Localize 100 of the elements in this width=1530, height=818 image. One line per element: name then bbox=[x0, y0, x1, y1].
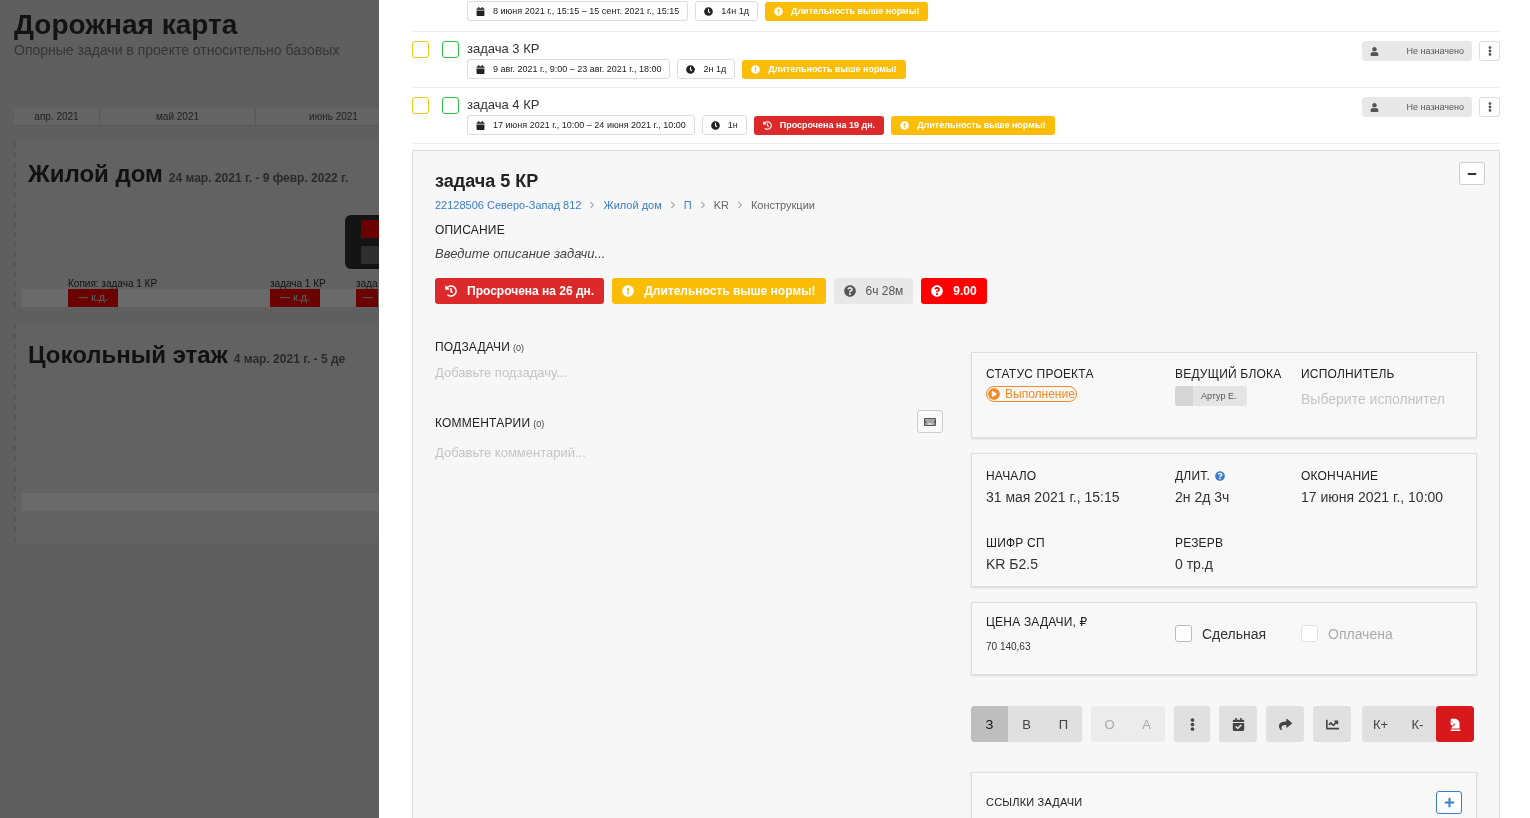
field-label: ИСПОЛНИТЕЛЬ bbox=[1301, 367, 1396, 381]
question-icon bbox=[843, 285, 856, 297]
count-label: (0) bbox=[513, 343, 525, 353]
section-dates: 24 мар. 2021 г. - 9 февр. 2022 г. bbox=[168, 171, 349, 185]
task-title[interactable]: задача 4 КР bbox=[467, 97, 1362, 112]
calendar-check-icon bbox=[1231, 717, 1245, 731]
chess-knight-icon bbox=[1448, 717, 1462, 731]
count-label: (0) bbox=[533, 418, 545, 429]
lead-pill[interactable]: Артур Е. bbox=[1175, 386, 1247, 406]
overdue-badge: Просрочена на 26 дн. bbox=[435, 278, 605, 304]
duration-chip: 1н bbox=[701, 115, 747, 135]
checkbox-option[interactable]: Сдельная bbox=[1175, 625, 1301, 642]
exclamation-icon bbox=[751, 64, 761, 74]
checkbox[interactable] bbox=[442, 97, 459, 114]
chevron-icon bbox=[668, 201, 677, 209]
help-icon[interactable] bbox=[1214, 470, 1225, 481]
user-icon bbox=[1370, 46, 1379, 56]
chart-icon bbox=[1325, 717, 1339, 731]
field-value: KR Б2.5 bbox=[986, 556, 1039, 572]
add-button[interactable] bbox=[1436, 790, 1462, 814]
calendar-icon bbox=[476, 120, 485, 130]
field-label: НАЧАЛО bbox=[986, 469, 1037, 483]
share-button[interactable] bbox=[1266, 706, 1304, 742]
chevron-icon bbox=[588, 201, 597, 209]
breadcrumb-link[interactable]: 22128506 Северо-Запад 812 bbox=[435, 199, 582, 211]
calendar-icon bbox=[476, 64, 485, 74]
avatar bbox=[1175, 386, 1193, 406]
warning-badge: Длительность выше нормы! bbox=[612, 278, 826, 304]
user-icon bbox=[1370, 102, 1379, 112]
month-label: май 2021 bbox=[100, 108, 256, 125]
field-label: ДЛИТ. bbox=[1175, 469, 1210, 483]
field-label: ВЕДУЩИЙ БЛОКА bbox=[1175, 367, 1283, 381]
assignee-pill[interactable]: Не назначено bbox=[1362, 97, 1472, 117]
breadcrumb-link[interactable]: Жилой дом bbox=[603, 199, 662, 211]
play-icon bbox=[988, 388, 1000, 400]
breadcrumb-item: Конструкции bbox=[750, 199, 815, 211]
knight-button[interactable] bbox=[1436, 706, 1474, 742]
priority-button[interactable]: В bbox=[1008, 706, 1045, 742]
chevron-icon bbox=[735, 201, 744, 209]
keyboard-icon bbox=[924, 415, 936, 428]
checkbox[interactable] bbox=[1175, 625, 1192, 642]
task-title: задача 5 КР bbox=[435, 171, 539, 192]
breadcrumb-item: KR bbox=[713, 199, 729, 211]
calendar-icon bbox=[476, 6, 485, 16]
field-value: 17 июня 2021 г., 10:00 bbox=[1301, 489, 1445, 505]
date-range-chip: 17 июня 2021 г., 10:00 – 24 июня 2021 г., 10:00 bbox=[467, 115, 695, 135]
checkbox[interactable] bbox=[412, 97, 429, 114]
keyboard-button[interactable] bbox=[917, 410, 943, 433]
section-label: ПОДЗАДАЧИ bbox=[435, 340, 511, 354]
task-title[interactable]: задача 3 КР bbox=[467, 41, 1362, 56]
field-label: СТАТУС ПРОЕКТА bbox=[986, 367, 1095, 381]
plus-icon bbox=[1443, 796, 1455, 808]
warning-badge: Длительность выше нормы! bbox=[891, 115, 1055, 135]
clock-icon bbox=[710, 120, 720, 130]
month-label: апр. 2021 bbox=[14, 108, 100, 125]
calendar-button[interactable] bbox=[1219, 706, 1257, 742]
exclamation-icon bbox=[900, 120, 910, 130]
checkbox[interactable] bbox=[412, 41, 429, 58]
task-label: зада bbox=[356, 278, 378, 289]
section-label: ОПИСАНИЕ bbox=[435, 223, 506, 237]
clock-icon bbox=[704, 6, 714, 16]
field-value: 2н 2д 3ч bbox=[1175, 489, 1231, 505]
collapse-button[interactable] bbox=[1459, 162, 1485, 185]
criticality-button[interactable]: К- bbox=[1399, 706, 1436, 742]
section-label: КОММЕНТАРИИ bbox=[435, 415, 531, 430]
priority-button[interactable]: З bbox=[971, 706, 1008, 742]
duration-chip: 14н 1д bbox=[695, 1, 758, 21]
exclamation-icon bbox=[773, 6, 783, 16]
breadcrumb-link[interactable]: П bbox=[683, 199, 692, 211]
section-dates: 4 мар. 2021 г. - 5 де bbox=[233, 352, 346, 366]
chevron-icon bbox=[698, 201, 707, 209]
assignee-pill[interactable]: Не назначено bbox=[1362, 41, 1472, 61]
more-button[interactable] bbox=[1479, 41, 1500, 61]
history-icon bbox=[762, 120, 772, 130]
duration-chip: 2н 1д bbox=[677, 59, 736, 79]
task-label: Копия: задача 1 КР bbox=[68, 278, 158, 289]
description-field[interactable]: Введите описание задачи... bbox=[435, 246, 1477, 261]
priority-button[interactable]: П bbox=[1045, 706, 1082, 742]
criticality-button[interactable]: К+ bbox=[1362, 706, 1399, 742]
date-range-chip: 8 июня 2021 г., 15:15 – 15 сент. 2021 г., 15:15 bbox=[467, 1, 689, 21]
question-icon bbox=[931, 285, 944, 297]
more-button[interactable] bbox=[1479, 97, 1500, 117]
score-badge: 9.00 bbox=[921, 278, 987, 304]
page-title: Дорожная карта bbox=[14, 10, 239, 40]
chart-button[interactable] bbox=[1313, 706, 1351, 742]
section-title: Цокольный этаж bbox=[28, 341, 228, 369]
warning-badge: Длительность выше нормы! bbox=[764, 1, 929, 21]
share-icon bbox=[1278, 717, 1292, 731]
time-badge: 6ч 28м bbox=[833, 278, 914, 304]
checkbox[interactable] bbox=[442, 41, 459, 58]
task-label: задача 1 КР bbox=[270, 278, 326, 289]
section-title: Жилой дом bbox=[28, 160, 163, 188]
section-label: ССЫЛКИ ЗАДАЧИ bbox=[986, 796, 1083, 808]
history-icon bbox=[445, 285, 457, 297]
field-value: 70 140,63 bbox=[986, 641, 1032, 652]
field-value: 31 мая 2021 г., 15:15 bbox=[986, 489, 1121, 505]
exclamation-icon bbox=[622, 285, 635, 297]
field-label: ШИФР СП bbox=[986, 536, 1045, 550]
overdue-badge: Просрочена на 19 дн. bbox=[753, 115, 885, 135]
clock-icon bbox=[686, 64, 696, 74]
